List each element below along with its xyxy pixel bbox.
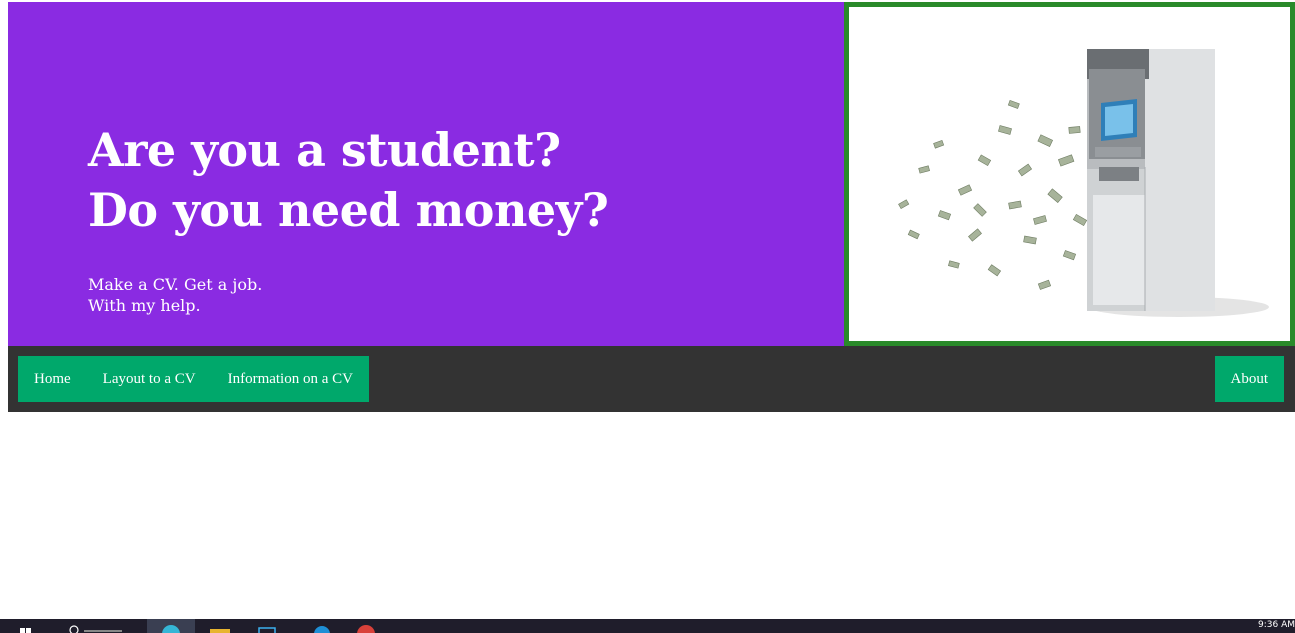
- browser-icon[interactable]: [147, 619, 195, 633]
- windows-start-icon[interactable]: [18, 619, 34, 633]
- file-explorer-icon[interactable]: [206, 619, 234, 633]
- hero-subtitle: Make a CV. Get a job. With my help.: [88, 274, 608, 316]
- main-navbar: Home Layout to a CV Information on a CV …: [8, 346, 1295, 412]
- windows-taskbar: 9:36 AM: [0, 619, 1295, 633]
- store-icon[interactable]: [254, 619, 282, 633]
- nav-link-home[interactable]: Home: [18, 356, 87, 402]
- hero-title-line-2: Do you need money?: [88, 183, 609, 237]
- hero-title-line-1: Are you a student?: [88, 123, 561, 177]
- hero-banner: Are you a student? Do you need money? Ma…: [8, 2, 1295, 346]
- hero-subtitle-line-1: Make a CV. Get a job.: [88, 275, 263, 294]
- edge-icon[interactable]: [308, 619, 336, 633]
- hero-subtitle-line-2: With my help.: [88, 296, 201, 315]
- atm-money-image: [844, 2, 1295, 346]
- search-icon[interactable]: [66, 619, 126, 633]
- nav-link-about[interactable]: About: [1214, 356, 1284, 402]
- atm-illustration: [898, 49, 1269, 317]
- taskbar-clock[interactable]: 9:36 AM: [1258, 621, 1295, 630]
- hero-title: Are you a student? Do you need money?: [88, 120, 609, 240]
- nav-link-layout-to-a-cv[interactable]: Layout to a CV: [87, 356, 212, 402]
- nav-link-information-on-a-cv[interactable]: Information on a CV: [212, 356, 369, 402]
- chrome-icon[interactable]: [352, 619, 380, 633]
- nav-left-group: Home Layout to a CV Information on a CV: [18, 356, 369, 402]
- hero-text: Are you a student? Do you need money? Ma…: [88, 120, 609, 316]
